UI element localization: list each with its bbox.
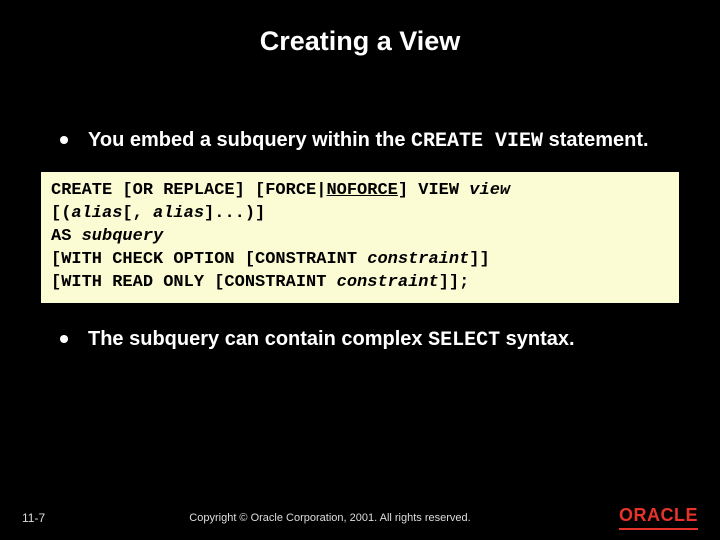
bullet-item: • You embed a subquery within the CREATE… [40, 127, 680, 155]
bullet-code: CREATE VIEW [411, 130, 543, 153]
oracle-logo-text: ORACLE [619, 505, 698, 530]
code-line: [WITH CHECK OPTION [CONSTRAINT constrain… [51, 249, 669, 272]
code-line: [WITH READ ONLY [CONSTRAINT constraint]]… [51, 272, 669, 295]
bullet-post: syntax. [500, 328, 574, 350]
bullet-pre: You embed a subquery within the [88, 129, 411, 151]
bullet-code: SELECT [428, 329, 500, 352]
slide-body: • You embed a subquery within the CREATE… [0, 57, 720, 354]
bullet-item: • The subquery can contain complex SELEC… [40, 326, 680, 354]
code-line: AS subquery [51, 226, 669, 249]
bullet-dot-icon: • [40, 326, 88, 350]
code-line: CREATE [OR REPLACE] [FORCE|NOFORCE] VIEW… [51, 180, 669, 203]
code-block: CREATE [OR REPLACE] [FORCE|NOFORCE] VIEW… [40, 171, 680, 304]
bullet-text: The subquery can contain complex SELECT … [88, 326, 575, 354]
footer: 11-7 Copyright © Oracle Corporation, 200… [0, 505, 720, 530]
copyright-text: Copyright © Oracle Corporation, 2001. Al… [72, 512, 588, 524]
bullet-post: statement. [543, 129, 649, 151]
slide: Creating a View • You embed a subquery w… [0, 0, 720, 540]
bullet-pre: The subquery can contain complex [88, 328, 428, 350]
bullet-text: You embed a subquery within the CREATE V… [88, 127, 649, 155]
page-number: 11-7 [22, 511, 72, 525]
code-line: [(alias[, alias]...)] [51, 203, 669, 226]
slide-title: Creating a View [0, 0, 720, 57]
bullet-dot-icon: • [40, 127, 88, 151]
oracle-logo: ORACLE [588, 505, 698, 530]
